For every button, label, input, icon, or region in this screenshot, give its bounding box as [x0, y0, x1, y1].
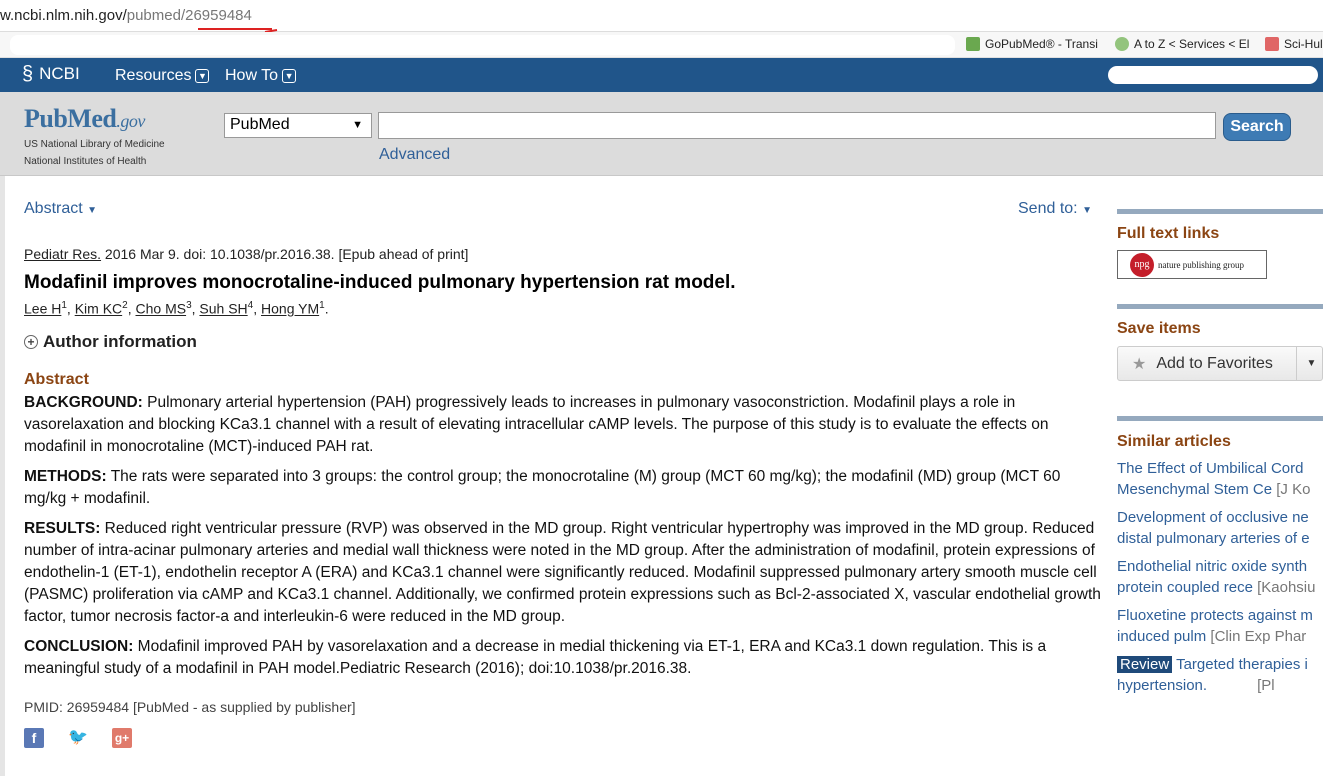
abstract-conclusion: CONCLUSION: Modafinil improved PAH by va… [24, 638, 1047, 677]
green-molecule-icon [1115, 37, 1129, 51]
ncbi-logo[interactable]: § NCBI [22, 64, 80, 84]
nih-label: National Institutes of Health [24, 156, 147, 167]
url-pmid: 26959484 [185, 7, 252, 24]
section-divider [1117, 209, 1323, 214]
url-host: w.ncbi.nlm.nih.gov/ [0, 7, 127, 24]
author-link[interactable]: Cho MS [136, 301, 187, 317]
bookmark-a-to-z[interactable]: A to Z < Services < El [1115, 37, 1249, 51]
twitter-icon[interactable]: 🐦 [68, 728, 88, 748]
bookmark-scihub[interactable]: Sci-Hul [1265, 37, 1323, 51]
abstract-methods: METHODS: The rats were separated into 3 … [24, 468, 1061, 507]
similar-article-link[interactable]: Fluoxetine protects against m induced pu… [1117, 605, 1323, 647]
browser-url-bar[interactable]: w.ncbi.nlm.nih.gov/pubmed/26959484 [0, 0, 1323, 32]
save-items-heading: Save items [1117, 320, 1201, 337]
journal-link[interactable]: Pediatr Res. [24, 246, 101, 262]
similar-article-link[interactable]: Review Targeted therapies i hypertension… [1117, 654, 1323, 696]
redacted-account [1108, 66, 1318, 84]
bookmark-gopubmed[interactable]: GoPubMed® - Transi [966, 37, 1098, 51]
citation-line: Pediatr Res. 2016 Mar 9. doi: 10.1038/pr… [24, 246, 469, 262]
chevron-down-icon: ▼ [195, 69, 210, 83]
dna-helix-icon: § [22, 63, 34, 85]
similar-article-link[interactable]: Development of occlusive ne distal pulmo… [1117, 507, 1323, 549]
author-list: Lee H1, Kim KC2, Cho MS3, Suh SH4, Hong … [24, 300, 329, 317]
format-dropdown[interactable]: Abstract ▼ [24, 200, 97, 218]
scihub-raven-icon [1265, 37, 1279, 51]
author-information-toggle[interactable]: + Author information [24, 332, 197, 352]
npg-logo-icon: npg [1130, 252, 1154, 277]
author-link[interactable]: Hong YM [261, 301, 319, 317]
abstract-background: BACKGROUND: Pulmonary arterial hypertens… [24, 394, 1049, 455]
resources-menu[interactable]: Resources ▼ [115, 67, 210, 85]
section-divider [1117, 304, 1323, 309]
star-icon: ★ [1132, 355, 1147, 373]
section-divider [1117, 416, 1323, 421]
advanced-search-link[interactable]: Advanced [379, 146, 450, 164]
abstract-results: RESULTS: Reduced right ventricular press… [24, 520, 1101, 625]
nlm-label: US National Library of Medicine [24, 139, 165, 150]
expand-plus-icon: + [24, 335, 38, 349]
database-select[interactable]: PubMed ▼ [224, 113, 372, 138]
similar-article-link[interactable]: Endothelial nitric oxide synth protein c… [1117, 556, 1323, 598]
caret-down-icon: ▼ [1082, 205, 1092, 216]
search-button[interactable]: Search [1223, 113, 1291, 141]
green-grid-icon [966, 37, 980, 51]
similar-articles-list: The Effect of Umbilical Cord Mesenchymal… [1117, 458, 1323, 703]
send-to-dropdown[interactable]: Send to: ▼ [1018, 200, 1092, 218]
google-plus-icon[interactable]: g+ [112, 728, 132, 748]
author-link[interactable]: Lee H [24, 301, 61, 317]
author-link[interactable]: Suh SH [199, 301, 247, 317]
search-header: PubMed.gov US National Library of Medici… [0, 92, 1323, 176]
bookmarks-bar: GoPubMed® - Transi A to Z < Services < E… [0, 32, 1323, 58]
similar-articles-heading: Similar articles [1117, 433, 1231, 450]
abstract-body: BACKGROUND: Pulmonary arterial hypertens… [24, 392, 1102, 688]
dropdown-arrow-icon: ▼ [352, 119, 363, 131]
chevron-down-icon: ▼ [282, 69, 297, 83]
redacted-area [10, 35, 955, 55]
ncbi-navbar: § NCBI Resources ▼ How To ▼ [0, 58, 1323, 92]
add-to-favorites-button[interactable]: ★ Add to Favorites ▼ [1117, 346, 1323, 381]
abstract-heading: Abstract [24, 371, 89, 388]
social-share-bar: f 🐦 g+ [24, 728, 132, 748]
caret-down-icon[interactable]: ▼ [1296, 347, 1323, 380]
author-link[interactable]: Kim KC [75, 301, 122, 317]
similar-article-link[interactable]: The Effect of Umbilical Cord Mesenchymal… [1117, 458, 1323, 500]
full-text-links-heading: Full text links [1117, 225, 1220, 242]
pmid-line: PMID: 26959484 [PubMed - as supplied by … [24, 699, 356, 715]
caret-down-icon: ▼ [87, 205, 98, 216]
url-path: pubmed/ [126, 7, 186, 24]
article-title: Modafinil improves monocrotaline-induced… [24, 272, 736, 293]
search-input[interactable] [378, 112, 1216, 139]
how-to-menu[interactable]: How To ▼ [225, 67, 297, 85]
pubmed-logo[interactable]: PubMed.gov US National Library of Medici… [24, 104, 165, 168]
review-badge: Review [1117, 656, 1173, 673]
left-edge [0, 176, 5, 776]
url-text[interactable]: w.ncbi.nlm.nih.gov/pubmed/26959484 [0, 7, 252, 24]
facebook-icon[interactable]: f [24, 728, 44, 748]
nature-publishing-link[interactable]: npg nature publishing group [1117, 250, 1267, 279]
